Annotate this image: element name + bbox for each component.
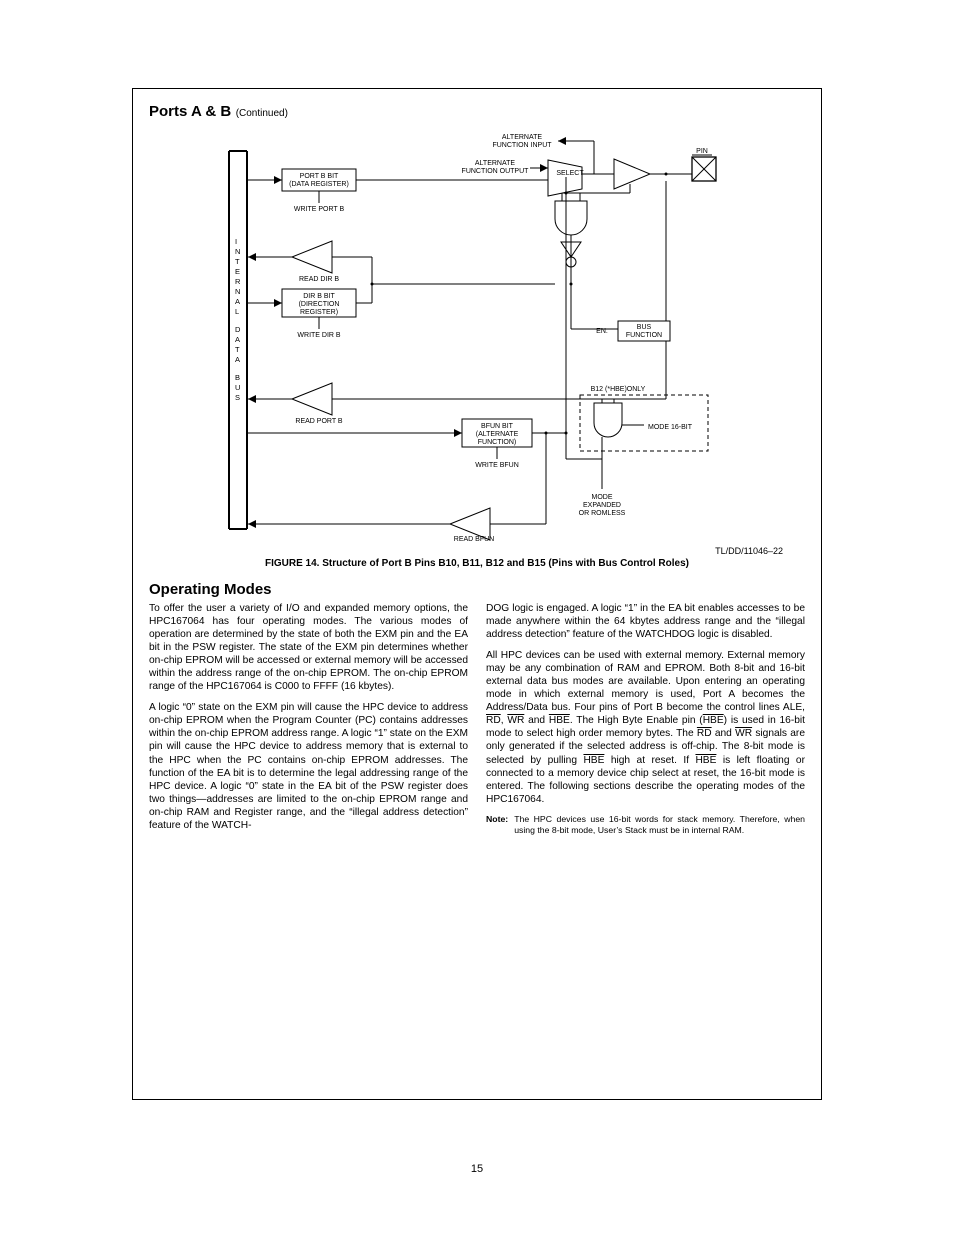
svg-text:R: R xyxy=(235,277,241,286)
svg-text:L: L xyxy=(235,307,239,316)
operating-modes-heading: Operating Modes xyxy=(149,581,805,598)
svg-text:FUNCTION INPUT: FUNCTION INPUT xyxy=(492,142,552,149)
col1-p1: To offer the user a variety of I/O and e… xyxy=(149,602,468,693)
svg-text:PIN: PIN xyxy=(696,148,708,155)
svg-text:ALTERNATE: ALTERNATE xyxy=(502,134,543,141)
svg-text:PORT B BIT: PORT B BIT xyxy=(300,173,339,180)
svg-text:BUS: BUS xyxy=(637,324,652,331)
figure-14: I N T E R N A L D A T A B U S xyxy=(149,129,805,548)
svg-text:WRITE BFUN: WRITE BFUN xyxy=(475,462,519,469)
svg-text:A: A xyxy=(235,335,240,344)
svg-text:(ALTERNATE: (ALTERNATE xyxy=(476,431,519,438)
svg-text:A: A xyxy=(235,297,240,306)
figure-ref: TL/DD/11046–22 xyxy=(715,546,783,556)
note-label: Note: xyxy=(486,814,508,836)
svg-text:MODE: MODE xyxy=(592,494,613,501)
continued-tag: (Continued) xyxy=(236,108,288,119)
svg-text:N: N xyxy=(235,247,240,256)
svg-text:ALTERNATE: ALTERNATE xyxy=(475,160,516,167)
col2-p1: DOG logic is engaged. A logic “1” in the… xyxy=(486,602,805,641)
col2-p2: All HPC devices can be used with externa… xyxy=(486,649,805,806)
svg-text:E: E xyxy=(235,267,240,276)
svg-text:T: T xyxy=(235,257,240,266)
svg-text:FUNCTION): FUNCTION) xyxy=(478,439,517,446)
page-number: 15 xyxy=(0,1163,954,1175)
svg-text:B12 (*HBE)ONLY: B12 (*HBE)ONLY xyxy=(591,386,646,393)
svg-text:READ PORT B: READ PORT B xyxy=(295,418,343,425)
svg-text:FUNCTION OUTPUT: FUNCTION OUTPUT xyxy=(462,168,530,175)
col-right: DOG logic is engaged. A logic “1” in the… xyxy=(486,602,805,840)
svg-text:WRITE PORT B: WRITE PORT B xyxy=(294,206,345,213)
figure-14-svg: I N T E R N A L D A T A B U S xyxy=(222,129,732,543)
svg-text:BFUN BIT: BFUN BIT xyxy=(481,423,514,430)
svg-text:SELECT: SELECT xyxy=(556,170,584,177)
section-title: Ports A & B xyxy=(149,103,231,120)
svg-text:REGISTER): REGISTER) xyxy=(300,309,338,316)
svg-text:S: S xyxy=(235,393,240,402)
wr-signal: WR xyxy=(507,715,524,726)
svg-text:OR ROMLESS: OR ROMLESS xyxy=(579,510,626,517)
svg-text:U: U xyxy=(235,383,240,392)
note: Note: The HPC devices use 16-bit words f… xyxy=(486,814,805,836)
hbe-signal: HBE xyxy=(549,715,570,726)
svg-text:T: T xyxy=(235,345,240,354)
svg-text:DIR B BIT: DIR B BIT xyxy=(303,293,335,300)
section-title-row: Ports A & B (Continued) xyxy=(149,103,805,121)
svg-text:MODE 16-BIT: MODE 16-BIT xyxy=(648,424,693,431)
svg-text:READ DIR B: READ DIR B xyxy=(299,276,339,283)
svg-text:(DATA REGISTER): (DATA REGISTER) xyxy=(289,181,349,188)
note-text: The HPC devices use 16-bit words for sta… xyxy=(514,814,805,836)
svg-text:B: B xyxy=(235,373,240,382)
col-left: To offer the user a variety of I/O and e… xyxy=(149,602,468,840)
svg-text:EXPANDED: EXPANDED xyxy=(583,502,621,509)
svg-text:N: N xyxy=(235,287,240,296)
rd-signal: RD xyxy=(486,715,501,726)
svg-text:(DIRECTION: (DIRECTION xyxy=(299,301,340,308)
col1-p2: A logic “0” state on the EXM pin will ca… xyxy=(149,701,468,831)
svg-text:READ BFUN: READ BFUN xyxy=(454,536,494,543)
svg-text:FUNCTION: FUNCTION xyxy=(626,332,662,339)
svg-text:I: I xyxy=(235,237,237,246)
body-columns: To offer the user a variety of I/O and e… xyxy=(149,602,805,840)
svg-text:D: D xyxy=(235,325,241,334)
svg-text:A: A xyxy=(235,355,240,364)
svg-text:WRITE DIR B: WRITE DIR B xyxy=(297,332,340,339)
figure-caption: FIGURE 14. Structure of Port B Pins B10,… xyxy=(149,558,805,569)
